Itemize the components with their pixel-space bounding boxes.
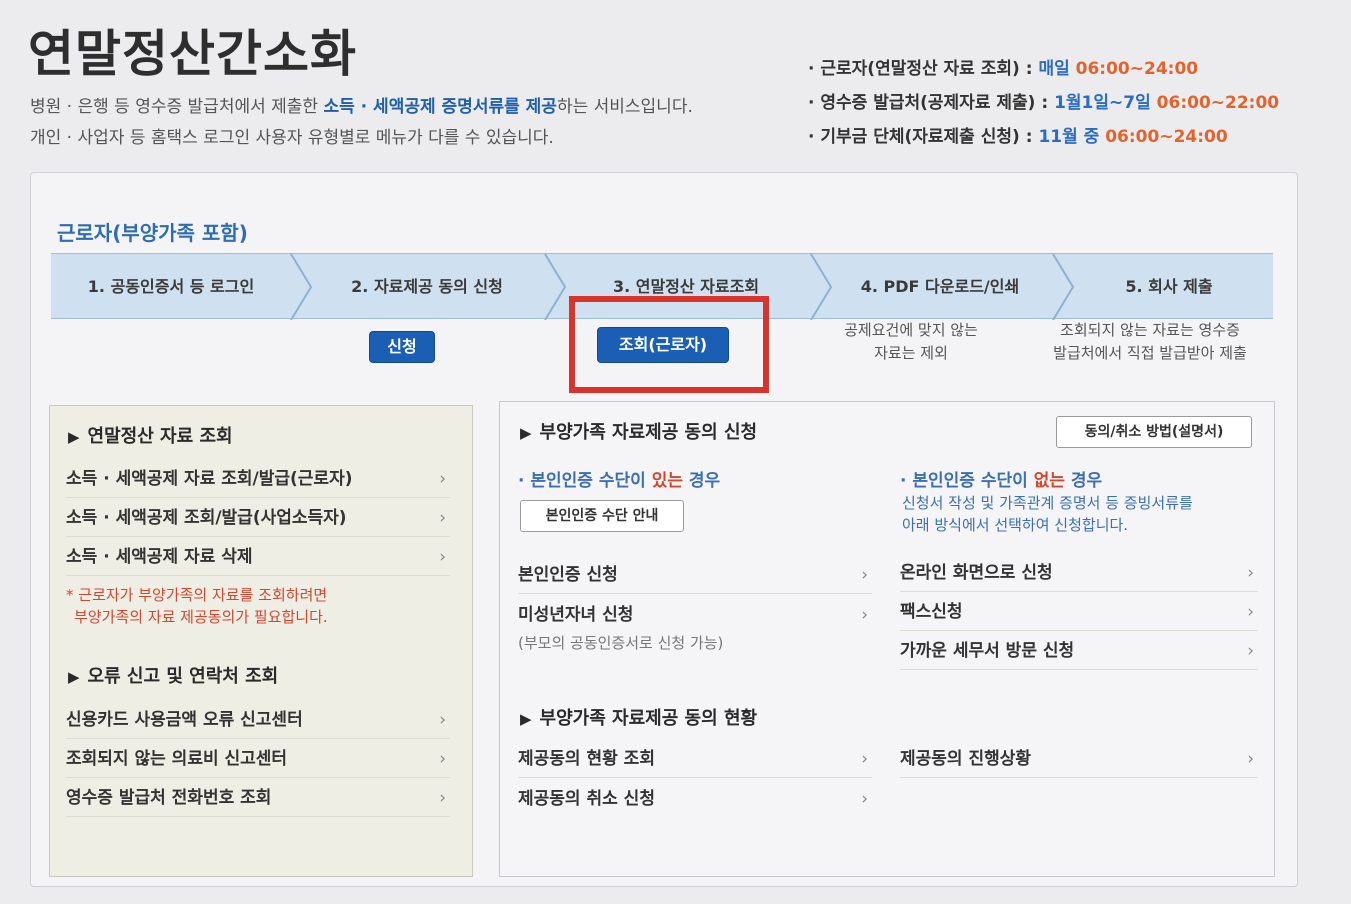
hours-row-worker: · 근로자(연말정산 자료 조회) : 매일 06:00~24:00: [808, 59, 1199, 79]
chevron-right-icon: ›: [1247, 641, 1254, 661]
service-hours: · 근로자(연말정산 자료 조회) : 매일 06:00~24:00 · 영수증…: [808, 52, 1279, 154]
without-auth-desc: 신청서 작성 및 가족관계 증명서 등 증빙서류를 아래 방식에서 선택하여 신청…: [902, 494, 1193, 534]
menu-income-deduction-delete[interactable]: 소득 · 세액공제 자료 삭제 ›: [66, 538, 450, 576]
chevron-right-icon: ›: [1247, 749, 1254, 769]
step-1-login: 1. 공동인증서 등 로그인: [87, 277, 255, 296]
menu-minor-child-apply[interactable]: 미성년자녀 신청 ›: [518, 596, 872, 634]
menu-consent-progress[interactable]: 제공동의 진행상황 ›: [900, 740, 1258, 778]
chevron-right-icon: ›: [439, 788, 446, 808]
hours-row-donation: · 기부금 단체(자료제출 신청) : 11월 중 06:00~24:00: [808, 127, 1228, 147]
inquiry-worker-button[interactable]: 조회(근로자): [597, 327, 729, 363]
menu-consent-status[interactable]: 제공동의 현황 조회 ›: [518, 740, 872, 778]
hours-row-issuer: · 영수증 발급처(공제자료 제출) : 1월1일~7일 06:00~22:00: [808, 93, 1280, 113]
triangle-icon: ▶: [68, 428, 80, 446]
box-heading: ▶ 부양가족 자료제공 동의 현황: [520, 708, 758, 729]
minor-note: (부모의 공동인증서로 신청 가능): [518, 634, 724, 652]
menu-tax-office-visit[interactable]: 가까운 세무서 방문 신청 ›: [900, 632, 1258, 670]
chevron-right-icon: ›: [861, 565, 868, 585]
box-heading: ▶ 연말정산 자료 조회: [68, 426, 233, 447]
chevron-right-icon: ›: [861, 749, 868, 769]
with-auth-heading: · 본인인증 수단이 있는 경우: [518, 471, 721, 491]
chevron-right-icon: ›: [439, 710, 446, 730]
chevron-right-icon: ›: [1247, 602, 1254, 622]
main-panel: 근로자(부양가족 포함) 1. 공동인증서 등 로그인 2. 자료제공 동의 신…: [30, 172, 1298, 887]
step4-note: 공제요건에 맞지 않는 자료는 제외: [844, 321, 978, 362]
menu-income-deduction-business[interactable]: 소득 · 세액공제 조회/발급(사업소득자) ›: [66, 499, 450, 537]
page-title: 연말정산간소화: [28, 25, 357, 83]
step-5-submit: 5. 회사 제출: [1125, 277, 1213, 296]
box-heading: ▶ 부양가족 자료제공 동의 신청: [520, 422, 758, 443]
year-end-inquiry-box: ▶ 연말정산 자료 조회 소득 · 세액공제 자료 조회/발급(근로자) › 소득 …: [49, 405, 473, 877]
box-heading: ▶ 오류 신고 및 연락처 조회: [68, 666, 279, 687]
menu-fax-apply[interactable]: 팩스신청 ›: [900, 593, 1258, 631]
chevron-right-icon: ›: [439, 469, 446, 489]
chevron-right-icon: ›: [439, 508, 446, 528]
step-2-consent: 2. 자료제공 동의 신청: [351, 277, 503, 296]
menu-online-apply[interactable]: 온라인 화면으로 신청 ›: [900, 554, 1258, 592]
triangle-icon: ▶: [68, 668, 80, 686]
dependent-consent-box: ▶ 부양가족 자료제공 동의 신청 동의/취소 방법(설명서) · 본인인증 수단…: [499, 401, 1275, 877]
menu-medical-report[interactable]: 조회되지 않는 의료비 신고센터 ›: [66, 740, 450, 778]
chevron-right-icon: ›: [861, 605, 868, 625]
step-4-pdf: 4. PDF 다운로드/인쇄: [860, 277, 1020, 296]
apply-button[interactable]: 신청: [369, 331, 435, 363]
intro-text: 병원 · 은행 등 영수증 발급처에서 제출한 소득 · 세액공제 증명서류를 …: [30, 97, 693, 148]
chevron-right-icon: ›: [439, 749, 446, 769]
menu-issuer-phone[interactable]: 영수증 발급처 전화번호 조회 ›: [66, 779, 450, 817]
chevron-right-icon: ›: [861, 789, 868, 809]
without-auth-heading: · 본인인증 수단이 없는 경우: [900, 471, 1103, 491]
auth-guide-button[interactable]: 본인인증 수단 안내: [520, 500, 684, 532]
menu-income-deduction-worker[interactable]: 소득 · 세액공제 자료 조회/발급(근로자) ›: [66, 460, 450, 498]
triangle-icon: ▶: [520, 424, 532, 442]
dependent-consent-note: * 근로자가 부양가족의 자료를 조회하려면 부양가족의 자료 제공동의가 필요…: [66, 586, 328, 626]
menu-self-auth-apply[interactable]: 본인인증 신청 ›: [518, 556, 872, 594]
triangle-icon: ▶: [520, 710, 532, 728]
consent-guide-button[interactable]: 동의/취소 방법(설명서): [1056, 416, 1252, 448]
chevron-right-icon: ›: [439, 547, 446, 567]
chevron-right-icon: ›: [1247, 563, 1254, 583]
menu-consent-cancel[interactable]: 제공동의 취소 신청 ›: [518, 780, 872, 818]
step5-note: 조회되지 않는 자료는 영수증 발급처에서 직접 발급받아 제출: [1053, 321, 1247, 362]
section-title: 근로자(부양가족 포함): [57, 221, 248, 245]
menu-card-error-report[interactable]: 신용카드 사용금액 오류 신고센터 ›: [66, 701, 450, 739]
